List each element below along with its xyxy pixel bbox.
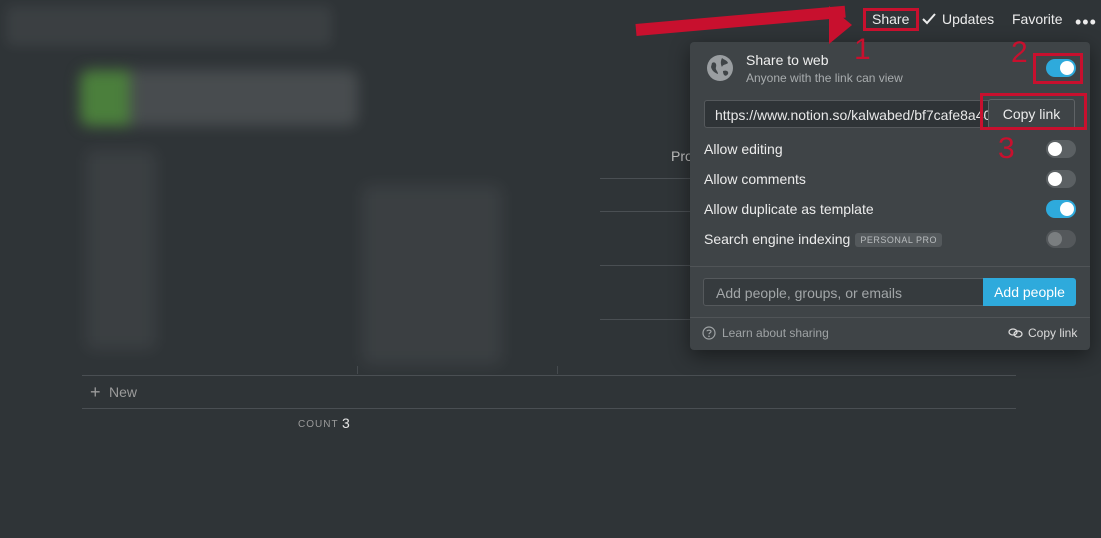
- add-people-input[interactable]: Add people, groups, or emails: [703, 278, 985, 306]
- column-divider: [557, 366, 558, 374]
- add-people-button[interactable]: Add people: [983, 278, 1076, 306]
- table-column-blur: [362, 185, 502, 365]
- search-indexing-text: Search engine indexing: [704, 231, 851, 247]
- updates-label: Updates: [942, 11, 995, 27]
- breadcrumb[interactable]: [6, 6, 332, 46]
- more-options-icon[interactable]: •••: [1075, 12, 1097, 33]
- allow-duplicate-toggle[interactable]: [1046, 200, 1076, 218]
- allow-comments-toggle[interactable]: [1046, 170, 1076, 188]
- search-indexing-label: Search engine indexing PERSONAL PRO: [704, 231, 943, 247]
- annotation-box-toggle: [1033, 53, 1083, 84]
- toggle-knob: [1048, 232, 1062, 246]
- allow-duplicate-label: Allow duplicate as template: [704, 201, 874, 217]
- divider: [690, 266, 1090, 267]
- new-row-button[interactable]: + New: [82, 375, 1016, 409]
- allow-editing-label: Allow editing: [704, 141, 783, 157]
- personal-pro-badge: PERSONAL PRO: [855, 233, 943, 247]
- share-to-web-title: Share to web: [746, 52, 829, 68]
- footer-copy-label: Copy link: [1028, 326, 1078, 340]
- share-popover: Share to web Anyone with the link can vi…: [690, 42, 1090, 350]
- page-title: [80, 70, 358, 126]
- share-url-field[interactable]: https://www.notion.so/kalwabed/bf7cafe8a…: [704, 100, 994, 128]
- share-to-web-subtitle: Anyone with the link can view: [746, 71, 903, 85]
- globe-icon: [707, 55, 733, 81]
- row-divider: [600, 211, 692, 212]
- plus-icon: +: [90, 382, 101, 402]
- row-divider: [600, 178, 692, 179]
- favorite-button[interactable]: Favorite: [1012, 11, 1063, 27]
- share-url-text: https://www.notion.so/kalwabed/bf7cafe8a…: [715, 107, 992, 123]
- add-people-placeholder: Add people, groups, or emails: [716, 285, 902, 301]
- row-divider: [600, 319, 692, 320]
- search-indexing-toggle: [1046, 230, 1076, 248]
- count-value: 3: [342, 415, 350, 431]
- allow-editing-toggle[interactable]: [1046, 140, 1076, 158]
- new-label: New: [109, 384, 138, 400]
- help-icon: [702, 326, 716, 340]
- toggle-knob: [1048, 142, 1062, 156]
- top-bar: Share Updates Favorite •••: [0, 0, 1101, 46]
- toggle-knob: [1060, 202, 1074, 216]
- table-column-blur: [86, 150, 156, 350]
- column-divider: [357, 366, 358, 374]
- learn-about-sharing-link[interactable]: Learn about sharing: [702, 326, 829, 340]
- annotation-arrow-head: [829, 6, 852, 44]
- link-icon: [1008, 328, 1023, 338]
- toggle-knob: [1048, 172, 1062, 186]
- footer-copy-link-button[interactable]: Copy link: [1008, 326, 1077, 340]
- count-label: COUNT: [298, 419, 339, 430]
- annotation-number-3: 3: [998, 132, 1015, 165]
- learn-label: Learn about sharing: [722, 326, 829, 340]
- allow-comments-label: Allow comments: [704, 171, 806, 187]
- divider: [690, 317, 1090, 318]
- annotation-number-1: 1: [854, 33, 871, 66]
- annotation-number-2: 2: [1011, 36, 1028, 69]
- checkmark-icon: [922, 13, 936, 25]
- row-divider: [600, 265, 692, 266]
- updates-button[interactable]: Updates: [922, 11, 994, 27]
- annotation-box-copy-link: [980, 93, 1087, 130]
- annotation-box-share: [863, 8, 919, 31]
